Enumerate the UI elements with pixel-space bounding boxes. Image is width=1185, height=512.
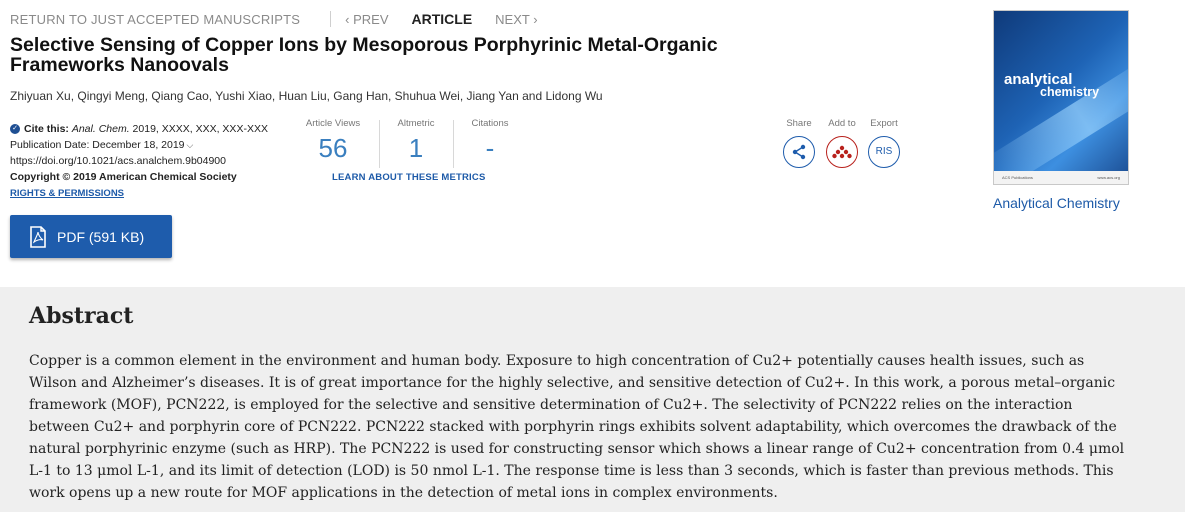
metric-citations-value: - [485, 133, 495, 163]
journal-cover-image[interactable]: analytical chemistry ACS Publications ww… [993, 10, 1129, 185]
ris-label: RIS [875, 146, 893, 157]
next-link[interactable]: NEXT › [495, 12, 537, 27]
article-title: Selective Sensing of Copper Ions by Meso… [10, 34, 718, 76]
chevron-down-icon[interactable]: ⌵ [187, 140, 194, 150]
metric-divider [379, 120, 380, 168]
article-nav: RETURN TO JUST ACCEPTED MANUSCRIPTS ‹ PR… [10, 10, 538, 28]
cite-reference: 2019, XXXX, XXX, XXX-XXX [132, 123, 268, 135]
export-action: Export RIS [865, 118, 903, 168]
abstract-text: Copper is a common element in the enviro… [29, 353, 1125, 501]
metric-citations-label: Citations [471, 118, 509, 129]
export-ris-button[interactable]: RIS [868, 136, 900, 168]
pdf-download-button[interactable]: PDF (591 KB) [10, 215, 172, 258]
pdf-icon [29, 225, 47, 248]
add-to-label: Add to [828, 118, 856, 129]
citation-block: ✓ Cite this: Anal. Chem. 2019, XXXX, XXX,… [10, 121, 268, 202]
author-list[interactable]: Zhiyuan Xu, Qingyi Meng, Qiang Cao, Yush… [10, 89, 603, 103]
rights-permissions-link[interactable]: RIGHTS & PERMISSIONS [10, 188, 124, 199]
metric-altmetric-value: 1 [408, 133, 424, 163]
publication-date: Publication Date: December 18, 2019 [10, 139, 185, 151]
doi-link[interactable]: https://doi.org/10.1021/acs.analchem.9b0… [10, 155, 226, 167]
abstract-heading: Abstract [29, 303, 134, 329]
cover-title: analytical chemistry [1004, 72, 1099, 99]
share-action: Share [780, 118, 818, 168]
mendeley-icon [832, 145, 852, 159]
pdf-button-label: PDF (591 KB) [57, 228, 145, 245]
add-to-mendeley-button[interactable] [826, 136, 858, 168]
share-icon [792, 144, 806, 160]
learn-about-metrics-link[interactable]: LEARN ABOUT THESE METRICS [332, 172, 485, 183]
add-to-action: Add to [823, 118, 861, 168]
cover-url: www.acs.org [1097, 175, 1120, 180]
share-button[interactable] [783, 136, 815, 168]
cover-footer: ACS Publications www.acs.org [994, 171, 1128, 184]
nav-divider [330, 11, 332, 27]
export-label: Export [870, 118, 898, 129]
cite-journal: Anal. Chem. [71, 123, 130, 135]
abstract-section: Abstract Copper is a common element in t… [0, 287, 1185, 512]
article-actions: Share Add to Export RIS [780, 118, 905, 178]
return-to-manuscripts-link[interactable]: RETURN TO JUST ACCEPTED MANUSCRIPTS [10, 12, 300, 27]
prev-link[interactable]: ‹ PREV [345, 12, 388, 27]
article-metrics: Article Views 56 Altmetric 1 Citations -… [296, 118, 540, 184]
metric-article-views: Article Views 56 [296, 118, 370, 164]
check-circle-icon: ✓ [10, 124, 20, 135]
metric-altmetric: Altmetric 1 [382, 118, 450, 164]
metric-citations: Citations - [462, 118, 518, 164]
cover-publisher: ACS Publications [1002, 175, 1033, 180]
journal-link[interactable]: Analytical Chemistry [993, 195, 1120, 211]
metric-altmetric-label: Altmetric [397, 118, 435, 129]
metric-views-value: 56 [318, 133, 348, 163]
current-article-label: ARTICLE [411, 11, 473, 27]
copyright-notice: Copyright © 2019 American Chemical Socie… [10, 171, 237, 183]
metric-views-label: Article Views [305, 118, 361, 129]
metric-divider [453, 120, 454, 168]
cite-this-label[interactable]: Cite this: [24, 123, 69, 135]
share-label: Share [786, 118, 812, 129]
